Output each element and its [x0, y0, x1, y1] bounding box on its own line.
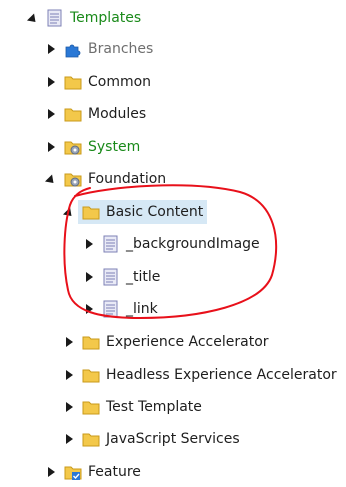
- tree-item-label: Common: [88, 74, 152, 90]
- foundation-folder-gear-icon: [64, 170, 82, 188]
- tree-item-feature[interactable]: Feature: [46, 457, 141, 487]
- tree-item-foundation[interactable]: Foundation: [44, 164, 167, 194]
- tree-item-label: Foundation: [88, 171, 167, 187]
- tree-item-label: _title: [126, 269, 161, 285]
- tree-item-label: Headless Experience Accelerator: [106, 367, 337, 383]
- tree-item-javascript-services[interactable]: JavaScript Services: [64, 424, 240, 454]
- tree-item-label: _link: [126, 301, 158, 317]
- tree-item-label: Modules: [88, 106, 147, 122]
- template-icon: [102, 235, 120, 253]
- folder-icon: [82, 430, 100, 448]
- tree-item-basic-content[interactable]: Basic Content: [62, 197, 208, 227]
- tree-item-link[interactable]: _link: [84, 294, 158, 324]
- expand-arrow-icon[interactable]: [46, 465, 56, 479]
- folder-icon: [82, 333, 100, 351]
- expand-arrow-icon[interactable]: [46, 107, 56, 121]
- tree-item-system[interactable]: System: [46, 132, 140, 162]
- expand-arrow-icon[interactable]: [64, 335, 74, 349]
- feature-folder-check-icon: [64, 463, 82, 481]
- folder-icon: [82, 203, 100, 221]
- expand-arrow-icon[interactable]: [46, 42, 56, 56]
- tree-item-title[interactable]: _title: [84, 262, 160, 292]
- tree-item-label: _backgroundImage: [126, 236, 260, 252]
- collapse-arrow-icon[interactable]: [44, 172, 58, 187]
- tree-item-label: JavaScript Services: [106, 431, 240, 447]
- tree-item-label: Branches: [88, 41, 154, 57]
- folder-icon: [82, 366, 100, 384]
- expand-arrow-icon[interactable]: [64, 432, 74, 446]
- system-folder-gear-icon: [64, 138, 82, 156]
- tree-item-branches[interactable]: Branches: [46, 34, 153, 64]
- tree-item-background-image[interactable]: _backgroundImage: [84, 229, 260, 259]
- branches-puzzle-icon: [64, 40, 82, 58]
- tree-item-label: System: [88, 139, 141, 155]
- tree-item-label: Feature: [88, 464, 141, 480]
- tree-item-templates[interactable]: Templates: [26, 3, 142, 33]
- folder-icon: [82, 398, 100, 416]
- template-icon: [102, 300, 120, 318]
- collapse-arrow-icon[interactable]: [26, 11, 40, 26]
- expand-arrow-icon[interactable]: [64, 400, 74, 414]
- tree-item-common[interactable]: Common: [46, 67, 151, 97]
- expand-arrow-icon[interactable]: [64, 368, 74, 382]
- tree-item-label: Experience Accelerator: [106, 334, 269, 350]
- template-icon: [102, 268, 120, 286]
- selection-highlight: Basic Content: [78, 200, 208, 224]
- tree-item-headless-experience-accelerator[interactable]: Headless Experience Accelerator: [64, 360, 337, 390]
- expand-arrow-icon[interactable]: [46, 140, 56, 154]
- tree-item-label: Test Template: [106, 399, 202, 415]
- tree-item-test-template[interactable]: Test Template: [64, 392, 202, 422]
- expand-arrow-icon[interactable]: [46, 75, 56, 89]
- template-icon: [46, 9, 64, 27]
- folder-icon: [64, 73, 82, 91]
- folder-icon: [64, 105, 82, 123]
- tree-item-modules[interactable]: Modules: [46, 99, 146, 129]
- collapse-arrow-icon[interactable]: [62, 205, 76, 220]
- tree-item-label: Basic Content: [106, 204, 204, 220]
- expand-arrow-icon[interactable]: [84, 237, 94, 251]
- expand-arrow-icon[interactable]: [84, 270, 94, 284]
- expand-arrow-icon[interactable]: [84, 302, 94, 316]
- tree-item-experience-accelerator[interactable]: Experience Accelerator: [64, 327, 269, 357]
- tree-item-label: Templates: [70, 10, 142, 26]
